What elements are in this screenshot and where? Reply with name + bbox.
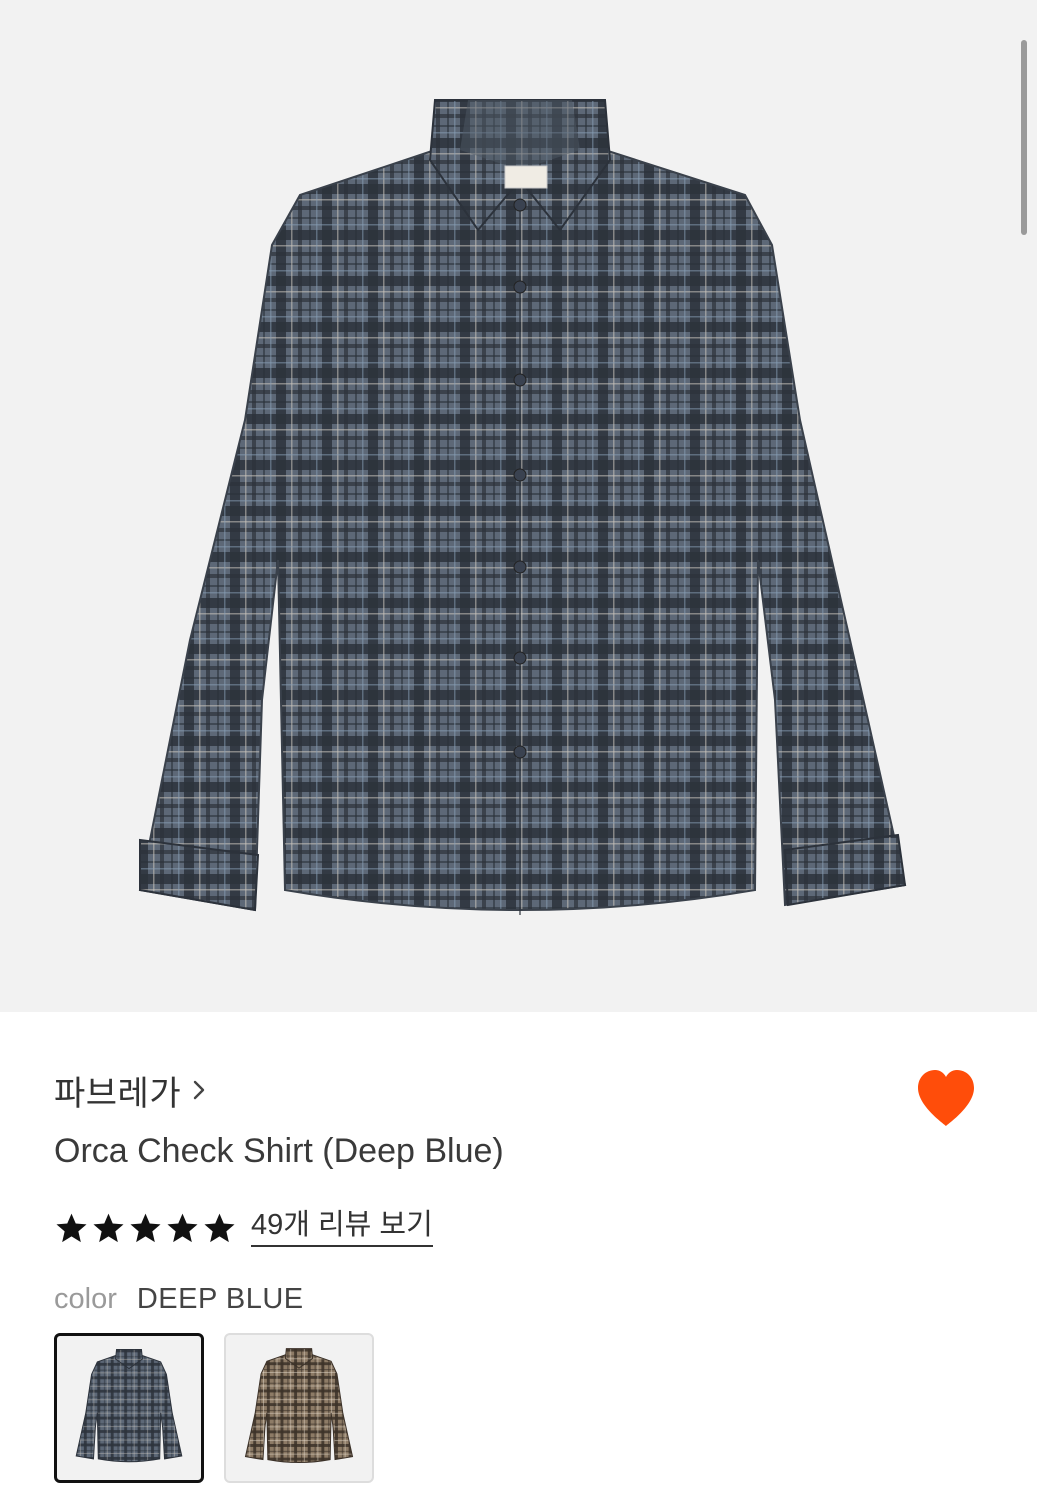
color-swatch-brown[interactable] xyxy=(224,1333,374,1483)
color-label: color xyxy=(54,1283,117,1315)
star-rating xyxy=(54,1211,237,1246)
brown-shirt-thumbnail xyxy=(244,1348,354,1463)
heart-icon[interactable] xyxy=(914,1068,978,1128)
rating-row: 49개 리뷰 보기 xyxy=(54,1206,433,1250)
scrollbar[interactable] xyxy=(1021,40,1027,235)
color-row: color DEEP BLUE xyxy=(54,1283,304,1316)
color-value: DEEP BLUE xyxy=(136,1283,304,1315)
deep-blue-shirt-thumbnail xyxy=(75,1348,183,1463)
color-swatch-deep-blue[interactable] xyxy=(54,1333,204,1483)
review-link[interactable]: 49개 리뷰 보기 xyxy=(251,1209,433,1247)
brand-link[interactable]: 파브레가 xyxy=(54,1068,207,1113)
chevron-right-icon xyxy=(193,1080,205,1100)
shirt-illustration xyxy=(138,99,907,915)
brand-name: 파브레가 xyxy=(54,1074,182,1113)
product-image[interactable] xyxy=(0,0,1037,1012)
star-icon xyxy=(167,1213,198,1242)
product-title: Orca Check Shirt (Deep Blue) xyxy=(54,1132,504,1170)
star-icon xyxy=(93,1213,124,1242)
star-icon xyxy=(130,1213,161,1242)
star-icon xyxy=(56,1213,87,1242)
star-icon xyxy=(204,1213,235,1242)
